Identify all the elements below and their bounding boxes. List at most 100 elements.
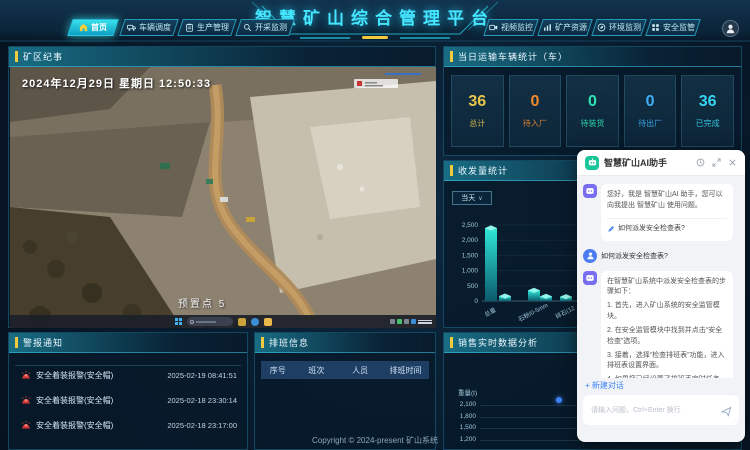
clipboard-icon	[185, 23, 194, 32]
svg-text:1,500: 1,500	[462, 252, 479, 259]
bot-message: 您好，我是 智慧矿山AI 助手，您可以向我提出 智慧矿山 使用问题。 如何派发安…	[583, 184, 739, 241]
stat-待入厂: 0待入厂	[509, 75, 562, 147]
chart-icon	[543, 23, 552, 32]
sales-title: 销售实时数据分析	[458, 336, 538, 349]
vehicle-stats-title: 当日运输车辆统计（车）	[458, 50, 568, 63]
title-accent	[15, 337, 18, 348]
grid-icon	[651, 23, 660, 32]
new-chat-button[interactable]: + 新建对话	[585, 380, 739, 391]
bot-avatar-icon	[583, 184, 597, 198]
title-accent	[450, 337, 453, 348]
person-icon	[725, 23, 736, 34]
ai-title: 智慧矿山AI助手	[604, 156, 691, 169]
close-icon[interactable]	[728, 158, 737, 167]
schedule-col-人员: 人员	[338, 365, 382, 376]
schedule-title: 排班信息	[269, 336, 309, 349]
tab-矿产资源[interactable]: 矿产资源	[537, 19, 593, 36]
sales-ytick: 1,800	[450, 413, 476, 420]
sales-legend-dot	[556, 397, 562, 403]
tab-视频监控[interactable]: 视频监控	[483, 19, 539, 36]
tab-安全监管[interactable]: 安全监管	[645, 19, 701, 36]
alarm-row[interactable]: 安全着装报警(安全帽)2025-02-19 08:41:51	[9, 363, 247, 388]
bot-avatar-icon	[583, 271, 597, 285]
camera-icon	[489, 23, 498, 32]
answer-step: 2. 在安全监管模块中找到并点击“安全检查”选项。	[607, 326, 727, 348]
vehicle-stats-row: 36总计0待入厂0待装货0待出厂36已完成	[444, 67, 741, 155]
taskbar-search	[187, 317, 233, 326]
pen-icon	[607, 225, 615, 233]
stat-待出厂: 0待出厂	[624, 75, 677, 147]
title-accent	[15, 51, 18, 62]
title-accent	[450, 51, 453, 62]
svg-text:2,500: 2,500	[462, 222, 479, 229]
schedule-panel: 排班信息 序号班次人员排班时间	[254, 332, 436, 450]
windows-start-icon	[175, 318, 182, 325]
video-taskbar	[10, 315, 436, 328]
schedule-table-header: 序号班次人员排班时间	[261, 361, 429, 379]
ai-footer: + 新建对话 请输入问题，Ctrl+Enter 换行	[577, 380, 745, 425]
video-preset-label: 预置点 5	[178, 295, 226, 310]
alarm-title: 警报通知	[23, 336, 63, 349]
tab-开采监测[interactable]: 开采监测	[235, 19, 295, 36]
svg-text:1,000: 1,000	[462, 268, 479, 275]
stat-已完成: 36已完成	[681, 75, 734, 147]
schedule-col-排班时间: 排班时间	[382, 365, 429, 376]
sales-ytick: 2,100	[450, 401, 476, 408]
stat-总计: 36总计	[451, 75, 504, 147]
alarm-icon	[21, 367, 31, 385]
user-message: 如何派发安全检查表?	[583, 249, 739, 263]
folder-icon	[238, 318, 246, 326]
svg-text:0: 0	[474, 298, 478, 305]
time-filter-dropdown[interactable]: 当天 ∨	[452, 191, 492, 205]
files-icon	[264, 318, 272, 326]
schedule-col-序号: 序号	[261, 365, 295, 376]
answer-steps: 1. 首先，进入矿山系统的安全监管模块。 2. 在安全监管模块中找到并点击“安全检…	[607, 301, 727, 378]
alarm-icon	[21, 417, 31, 435]
expand-icon[interactable]	[712, 158, 721, 167]
answer-intro: 在智慧矿山系统中派发安全检查表的步骤如下：	[607, 277, 727, 299]
tab-车辆调度[interactable]: 车辆调度	[119, 19, 179, 36]
svg-text:总量: 总量	[483, 306, 497, 319]
title-accent	[261, 337, 264, 348]
video-feed[interactable]: 2024年12月29日 星期日 12:50:33 预置点 5	[10, 67, 436, 328]
video-datetime-overlay: 2024年12月29日 星期日 12:50:33	[22, 75, 211, 91]
ai-chat-area: 您好，我是 智慧矿山AI 助手，您可以向我提出 智慧矿山 使用问题。 如何派发安…	[577, 176, 745, 378]
tab-首页[interactable]: 首页	[67, 19, 119, 36]
top-header: 智慧矿山综合管理平台 首页车辆调度生产管理开采监测视频监控矿产资源环境监测安全监…	[0, 0, 750, 42]
question-input[interactable]: 请输入问题，Ctrl+Enter 换行	[583, 395, 739, 425]
bot-answer: 在智慧矿山系统中派发安全检查表的步骤如下： 1. 首先，进入矿山系统的安全监管模…	[583, 271, 739, 378]
chevron-down-icon: ∨	[478, 195, 482, 202]
svg-text:石粉/0-5mm: 石粉/0-5mm	[517, 301, 549, 323]
alarm-row[interactable]: 安全着装报警(安全帽)2025-02-18 23:30:14	[9, 388, 247, 413]
home-icon	[79, 23, 88, 32]
ai-logo-icon	[585, 156, 599, 170]
video-watermark	[354, 79, 398, 88]
user-avatar[interactable]	[722, 20, 739, 37]
send-icon[interactable]	[721, 404, 732, 422]
svg-text:2,000: 2,000	[462, 237, 479, 244]
tab-生产管理[interactable]: 生产管理	[177, 19, 237, 36]
answer-step: 3. 接着，选择“检查排班表”功能，进入排班表设置界面。	[607, 351, 727, 373]
sales-ytick: 1,500	[450, 424, 476, 431]
svg-text:碎石(12: 碎石(12	[554, 304, 577, 321]
map-scale-line	[385, 73, 421, 75]
input-placeholder: 请输入问题，Ctrl+Enter 换行	[591, 405, 681, 415]
bot-greeting: 您好，我是 智慧矿山AI 助手，您可以向我提出 智慧矿山 使用问题。	[607, 190, 727, 212]
svg-text:500: 500	[467, 283, 478, 290]
search-icon	[190, 320, 194, 324]
volume-title: 收发量统计	[458, 164, 508, 177]
answer-step: 1. 首先，进入矿山系统的安全监管模块。	[607, 301, 727, 323]
alarm-panel: 警报通知 安全着装报警(安全帽)2025-02-19 08:41:51安全着装报…	[8, 332, 248, 450]
magnifier-icon	[243, 23, 252, 32]
user-question-text: 如何派发安全检查表?	[601, 251, 668, 261]
stat-待装货: 0待装货	[566, 75, 619, 147]
chronicle-title: 矿区纪事	[23, 50, 63, 63]
sales-unit-label: 重量(t)	[458, 387, 477, 397]
leaf-icon	[597, 23, 606, 32]
suggested-question[interactable]: 如何派发安全检查表?	[607, 218, 727, 235]
divider	[15, 365, 241, 366]
truck-icon	[127, 23, 136, 32]
tab-环境监测[interactable]: 环境监测	[591, 19, 647, 36]
vehicle-stats-panel: 当日运输车辆统计（车） 36总计0待入厂0待装货0待出厂36已完成	[443, 46, 742, 156]
history-icon[interactable]	[696, 158, 705, 167]
